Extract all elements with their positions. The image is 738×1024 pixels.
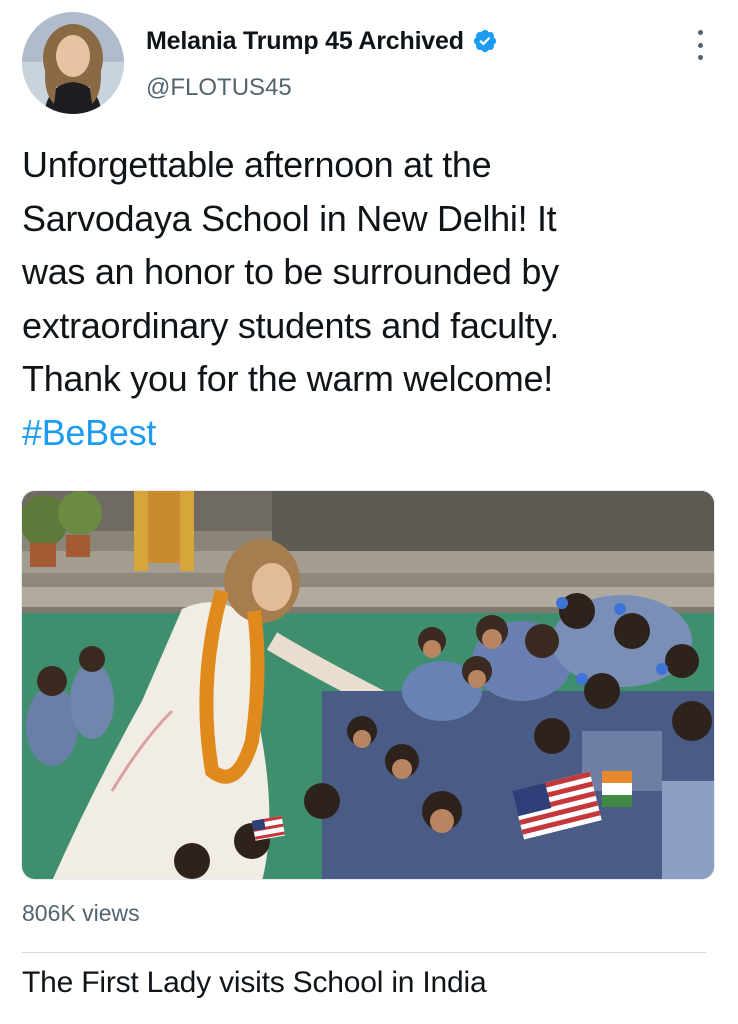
display-name-row: Melania Trump 45 Archived: [146, 24, 498, 58]
user-handle[interactable]: @FLOTUS45: [146, 74, 292, 102]
tweet-text-line: Sarvodaya School in New Delhi! It: [22, 197, 557, 239]
tweet-text-line: extraordinary students and faculty.: [22, 304, 560, 346]
tweet-card: Melania Trump 45 Archived @FLOTUS45 Unfo…: [0, 0, 738, 1024]
more-options-icon[interactable]: [692, 30, 708, 60]
tweet-header: Melania Trump 45 Archived @FLOTUS45: [22, 12, 722, 116]
display-name[interactable]: Melania Trump 45 Archived: [146, 27, 464, 56]
video-player[interactable]: [21, 490, 715, 880]
verified-badge-icon: [472, 28, 498, 54]
video-title[interactable]: The First Lady visits School in India: [22, 966, 487, 1000]
tweet-text: Unforgettable afternoon at the Sarvodaya…: [22, 138, 712, 459]
tweet-text-line: was an honor to be surrounded by: [22, 251, 559, 292]
tweet-text-line: Unforgettable afternoon at the: [22, 144, 492, 185]
video-thumbnail: [22, 491, 714, 879]
tweet-text-line: Thank you for the warm welcome!: [22, 358, 553, 399]
avatar[interactable]: [22, 12, 124, 114]
view-count: 806K views: [22, 900, 140, 926]
divider: [22, 952, 706, 953]
hashtag-link[interactable]: #BeBest: [22, 406, 712, 460]
avatar-image: [22, 12, 124, 114]
